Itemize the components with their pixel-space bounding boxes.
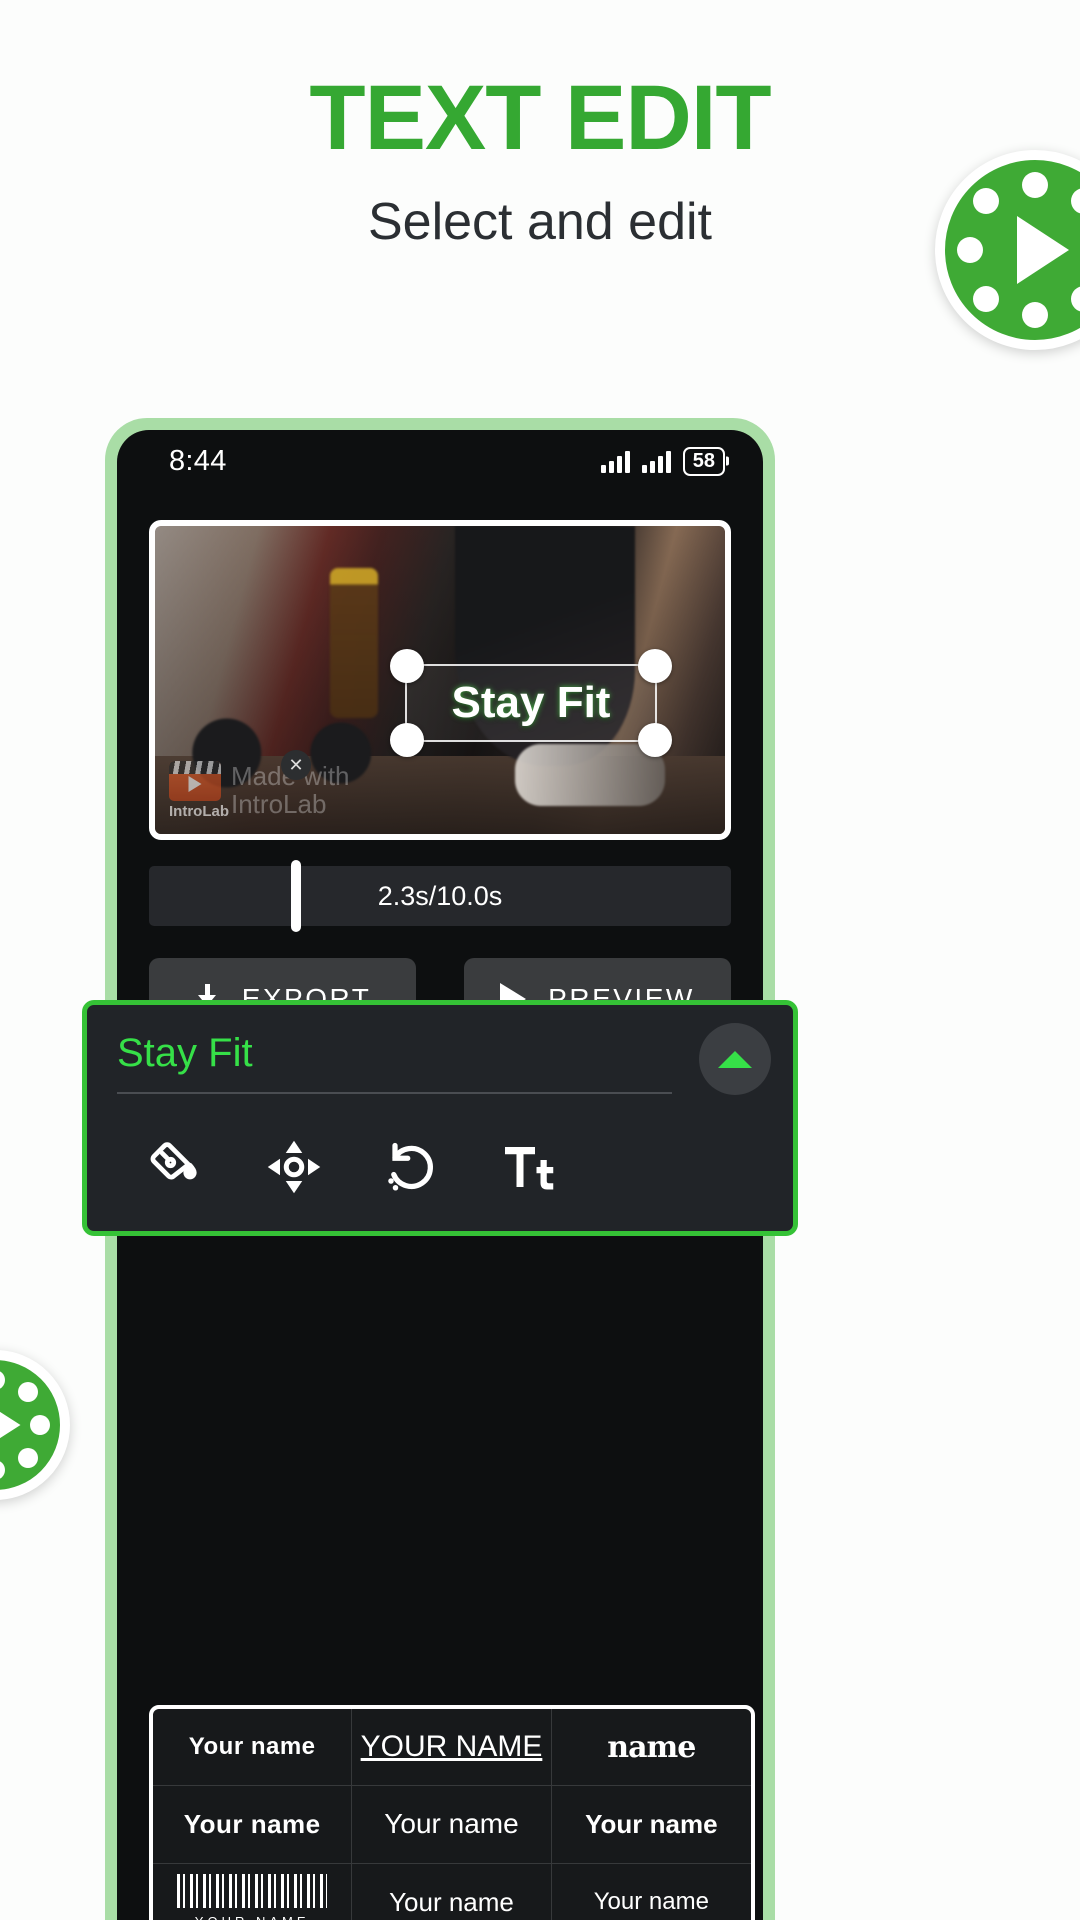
list-item[interactable]: Your name [352, 1863, 552, 1920]
text-input-underline [117, 1092, 672, 1094]
page-title: TEXT EDIT [309, 67, 771, 169]
collapse-panel-button[interactable] [699, 1023, 771, 1095]
preset-label: Your name [593, 1888, 709, 1916]
watermark-logo-label: IntroLab [169, 803, 229, 820]
text-tool-row [117, 1128, 763, 1206]
watermark-line2: IntroLab [231, 788, 327, 819]
text-selection-box[interactable]: Stay Fit [390, 649, 672, 757]
move-icon[interactable] [235, 1128, 353, 1206]
preset-label: Your name [183, 1808, 321, 1839]
watermark: IntroLab Made with IntroLab [169, 761, 350, 820]
list-item[interactable]: Your name [352, 1786, 552, 1864]
list-item[interactable]: Your name [153, 1786, 353, 1864]
video-overlay-text[interactable]: Stay Fit [452, 678, 611, 728]
list-item[interactable]: YOUR NAME [153, 1863, 353, 1920]
text-input-value[interactable]: Stay Fit [117, 1031, 763, 1076]
watermark-logo: IntroLab [169, 761, 229, 820]
film-reel-icon-bottom-left [0, 1350, 70, 1500]
timeline-time: 2.3s/10.0s [377, 880, 503, 911]
list-item[interactable]: Your name [153, 1709, 353, 1787]
preset-label: Your name [384, 1808, 519, 1840]
clapperboard-icon [169, 761, 221, 801]
preset-label: Your name [188, 1733, 316, 1761]
page-subtitle: Select and edit [367, 193, 713, 251]
timeline-scrubber[interactable]: 2.3s/10.0s [149, 860, 731, 932]
text-size-icon[interactable] [471, 1128, 589, 1206]
page-header: TEXT EDIT Select and edit [0, 0, 1080, 252]
list-item[interactable]: YOUR NAME [352, 1709, 552, 1787]
list-item[interactable]: name [551, 1709, 751, 1787]
close-icon[interactable]: ✕ [281, 750, 311, 780]
chevron-up-icon [718, 1050, 752, 1068]
font-preset-grid[interactable]: Your name YOUR NAME name Your name Your … [149, 1705, 755, 1920]
rotate-icon[interactable] [353, 1128, 471, 1206]
status-clock: 8:44 [169, 444, 227, 477]
preset-label: Your name [389, 1886, 514, 1917]
resize-handle-bottom-right[interactable] [638, 723, 672, 757]
playhead-handle[interactable] [291, 860, 301, 932]
barcode-icon [177, 1873, 328, 1908]
video-shoe [515, 744, 665, 806]
resize-handle-top-left[interactable] [390, 649, 424, 683]
text-edit-panel: Stay Fit [82, 1000, 798, 1236]
preset-label: YOUR NAME [360, 1730, 543, 1764]
signal-bars-icon [600, 449, 630, 473]
status-indicators: 58 [600, 446, 725, 476]
paint-bucket-icon[interactable] [117, 1128, 235, 1206]
preset-label: Your name [585, 1808, 718, 1839]
list-item[interactable]: Your name [551, 1786, 751, 1864]
video-bottle [330, 568, 378, 718]
signal-bars-icon-2 [641, 449, 671, 473]
resize-handle-bottom-left[interactable] [390, 723, 424, 757]
list-item[interactable]: Your name [552, 1864, 751, 1920]
preset-label: name [607, 1729, 696, 1765]
status-bar: 8:44 58 [117, 430, 763, 492]
preset-label: YOUR NAME [195, 1914, 310, 1920]
battery-icon: 58 [682, 446, 725, 476]
video-preview[interactable]: Stay Fit IntroLab Made with IntroLab ✕ [149, 520, 731, 840]
resize-handle-top-right[interactable] [638, 649, 672, 683]
